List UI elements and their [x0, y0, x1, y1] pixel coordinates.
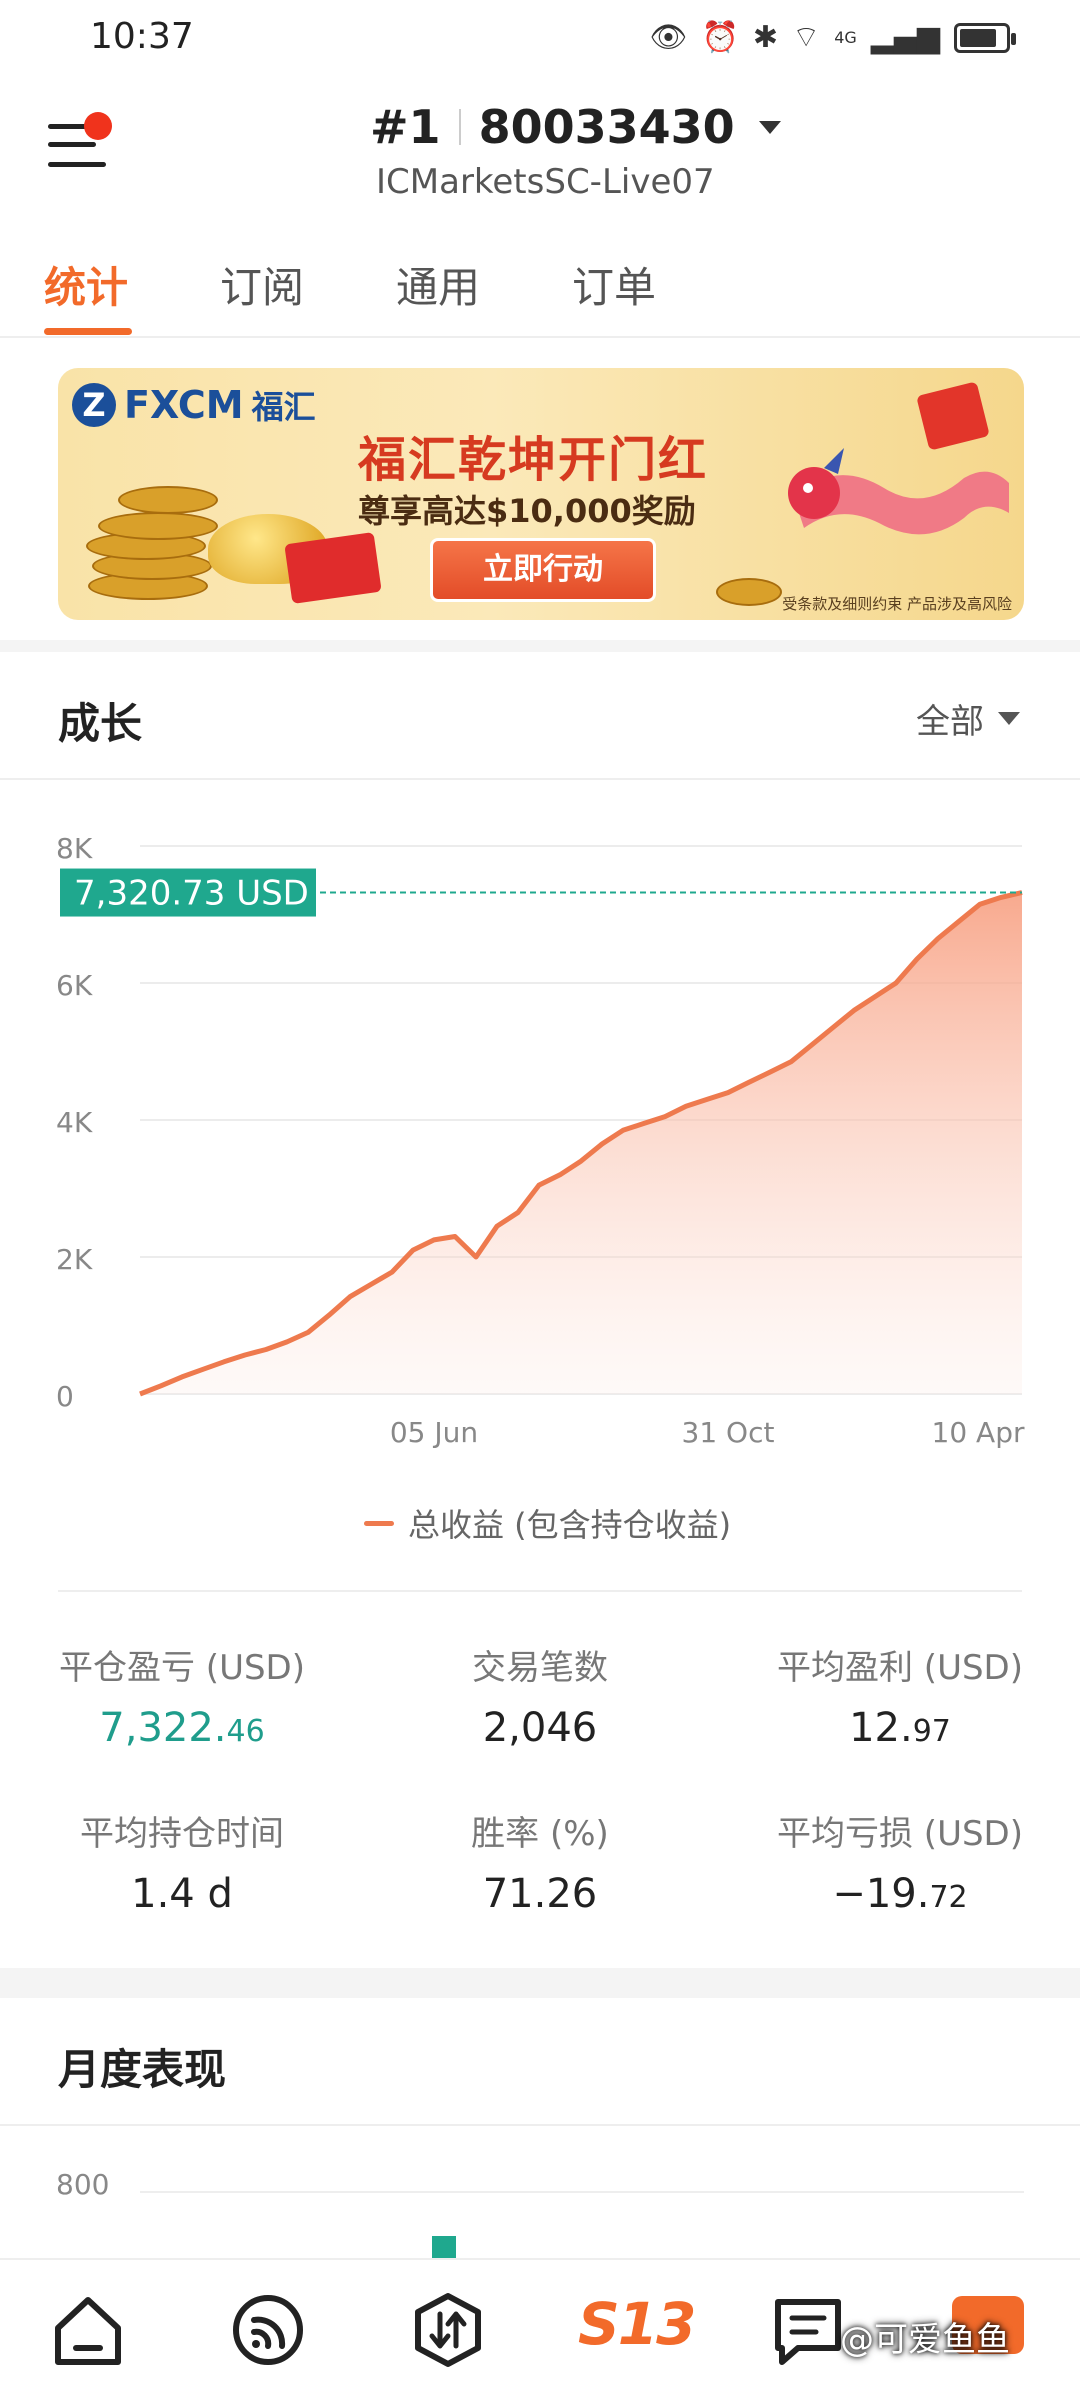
section-divider [0, 1968, 1080, 1998]
status-bar: 10:37 👁 ⏰ ✱ ⌔ 4G ▂▄▆ [0, 0, 1080, 80]
stat-label: 平均盈利 (USD) [777, 1648, 1023, 1688]
x-tick-label: 05 Jun [390, 1416, 478, 1449]
stat-win-rate: 胜率 (%) 71.26 [410, 1806, 670, 1917]
menu-button[interactable] [48, 112, 112, 178]
range-label: 全部 [916, 702, 984, 742]
monthly-chart[interactable]: 800 [0, 2160, 1080, 2260]
tab-general[interactable]: 通用 [396, 254, 480, 315]
trade-icon[interactable] [408, 2290, 488, 2370]
message-icon[interactable] [768, 2290, 848, 2370]
y-tick-label: 4K [56, 1106, 93, 1139]
account-number: 80033430 [478, 100, 735, 154]
chevron-down-icon [758, 120, 781, 134]
x-tick-label: 10 Apr [932, 1416, 1025, 1449]
banner-cta-button[interactable]: 立即行动 [430, 538, 656, 602]
stat-label: 胜率 (%) [471, 1814, 609, 1854]
coin-image [716, 578, 782, 606]
account-rank: #1 [370, 100, 441, 154]
monthly-bar [432, 2236, 456, 2260]
promo-banner[interactable]: Z FXCM 福汇 福汇乾坤开门红 尊享高达$10,000奖励 立即行动 受条款… [58, 368, 1024, 620]
stat-value: 2,046 [482, 1705, 598, 1751]
y-tick-label: 0 [56, 1380, 74, 1413]
stat-label: 交易笔数 [472, 1648, 608, 1688]
stat-avg-profit: 平均盈利 (USD) 12.97 [770, 1640, 1030, 1751]
monthly-y-tick: 800 [56, 2168, 109, 2201]
header-separator [458, 109, 461, 145]
bluetooth-icon: ✱ [752, 20, 778, 55]
s13-nav-item[interactable]: S13 [578, 2290, 696, 2358]
network-label: 4G [834, 28, 857, 47]
tab-stats[interactable]: 统计 [44, 254, 128, 315]
x-tick-label: 31 Oct [682, 1416, 775, 1449]
stat-avg-hold-time: 平均持仓时间 1.4 d [52, 1806, 312, 1917]
account-selector[interactable]: #1 80033430 [370, 100, 781, 154]
server-name: ICMarketsSC-Live07 [376, 162, 715, 202]
stat-value: 1.4 d [131, 1871, 233, 1917]
stat-closed-pnl: 平仓盈亏 (USD) 7,322.46 [52, 1640, 312, 1751]
y-tick-label: 2K [56, 1243, 93, 1276]
chevron-down-icon [998, 712, 1020, 725]
stat-value: 7,322.46 [99, 1705, 265, 1751]
stat-label: 平均亏损 (USD) [777, 1814, 1023, 1854]
section-divider-line [0, 2124, 1080, 2126]
current-value-label: 7,320.73 USD [74, 874, 309, 914]
legend-swatch [364, 1520, 394, 1526]
stat-avg-loss: 平均亏损 (USD) −19.72 [770, 1806, 1030, 1917]
section-divider-line [0, 778, 1080, 780]
growth-chart[interactable]: 8K 6K 4K 2K 0 7,320.73 USD 05 Jun 31 Oct 10 Ap… [0, 800, 1080, 1500]
notification-dot [84, 112, 112, 140]
section-divider [0, 640, 1080, 652]
stat-value: −19.72 [832, 1871, 968, 1917]
eye-icon: 👁 [649, 20, 688, 55]
growth-title: 成长 [58, 699, 143, 748]
banner-headline: 福汇乾坤开门红 [358, 432, 709, 488]
alarm-icon: ⏰ [701, 20, 739, 55]
tab-bar: 统计 订阅 通用 订单 [0, 240, 1080, 338]
stat-value: 12.97 [849, 1705, 951, 1751]
feed-icon[interactable] [228, 2290, 308, 2370]
growth-area [140, 892, 1022, 1394]
stat-label: 平均持仓时间 [80, 1814, 284, 1854]
app-screen: 10:37 👁 ⏰ ✱ ⌔ 4G ▂▄▆ #1 80033430 ICMarke… [0, 0, 1080, 2400]
chart-legend: 总收益 (包含持仓收益) [364, 1500, 731, 1546]
stats-divider [58, 1590, 1022, 1592]
watermark-text: @可爱鱼鱼 [840, 2320, 1010, 2360]
home-icon[interactable] [48, 2290, 128, 2370]
range-dropdown[interactable]: 全部 [916, 694, 1020, 743]
stat-value: 71.26 [482, 1871, 598, 1917]
tab-subscribe[interactable]: 订阅 [220, 254, 304, 315]
fxcm-logo: Z FXCM 福汇 [72, 382, 316, 428]
status-icons: 👁 ⏰ ✱ ⌔ 4G ▂▄▆ [649, 18, 1016, 58]
stat-label: 平仓盈亏 (USD) [59, 1648, 305, 1688]
stat-trade-count: 交易笔数 2,046 [410, 1640, 670, 1751]
signal-icon: ▂▄▆ [870, 20, 940, 55]
banner-disclaimer: 受条款及细则约束 产品涉及高风险 [782, 595, 1012, 613]
wifi-icon: ⌔ [792, 20, 821, 55]
battery-icon [954, 23, 1016, 53]
monthly-title: 月度表现 [58, 2045, 227, 2094]
y-tick-label: 8K [56, 832, 93, 865]
y-tick-label: 6K [56, 969, 93, 1002]
legend-label: 总收益 (包含持仓收益) [408, 1506, 732, 1544]
banner-subline: 尊享高达$10,000奖励 [358, 492, 696, 530]
tab-orders[interactable]: 订单 [572, 254, 656, 315]
dragon-image [788, 448, 1009, 535]
red-fu-card-image [284, 532, 382, 604]
active-tab-indicator [44, 328, 132, 335]
status-time: 10:37 [90, 16, 194, 57]
